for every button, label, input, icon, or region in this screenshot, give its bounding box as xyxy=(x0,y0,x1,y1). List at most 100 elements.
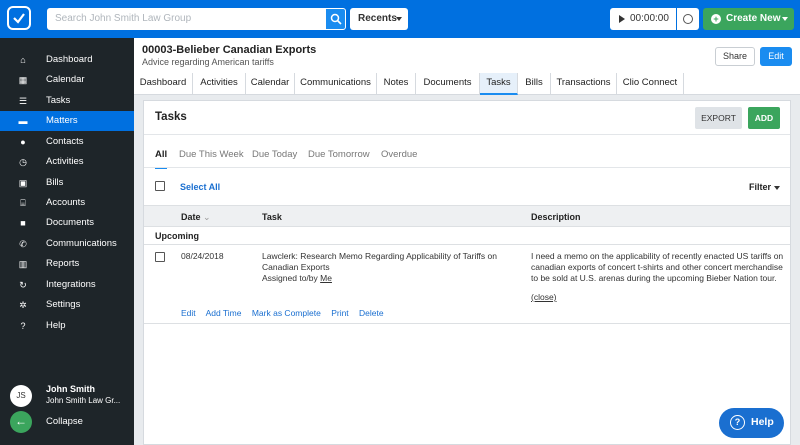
tab-activities[interactable]: Activities xyxy=(193,73,246,95)
delete-link[interactable]: Delete xyxy=(359,308,384,318)
timer-button[interactable]: 00:00:00 xyxy=(610,8,676,30)
refresh-icon: ↻ xyxy=(19,280,27,290)
tab-clio-connect[interactable]: Clio Connect xyxy=(617,73,684,95)
chevron-down-icon xyxy=(782,17,788,21)
matter-header: 00003-Belieber Canadian Exports Advice r… xyxy=(134,38,800,95)
edit-task-link[interactable]: Edit xyxy=(181,308,196,318)
select-all-link[interactable]: Select All xyxy=(180,182,220,192)
tab-communications[interactable]: Communications xyxy=(295,73,377,95)
sidebar-item-dashboard[interactable]: ⌂ Dashboard xyxy=(0,50,134,70)
filter-tab-overdue[interactable]: Overdue xyxy=(381,149,417,160)
question-icon: ? xyxy=(730,415,745,430)
tab-transactions[interactable]: Transactions xyxy=(551,73,617,95)
help-button[interactable]: ? Help xyxy=(719,408,784,438)
task-name: Lawclerk: Research Memo Regarding Applic… xyxy=(262,251,497,272)
filter-tab-due-today[interactable]: Due Today xyxy=(252,149,297,160)
group-header: Upcoming xyxy=(144,227,790,245)
sidebar-item-matters[interactable]: ▬ Matters xyxy=(0,111,134,131)
row-checkbox[interactable] xyxy=(155,252,165,262)
task-date: 08/24/2018 xyxy=(181,251,224,261)
filter-dropdown[interactable]: Filter xyxy=(749,182,781,192)
filter-tab-due-tomorrow[interactable]: Due Tomorrow xyxy=(308,149,370,160)
sidebar-item-calendar[interactable]: ▦ Calendar xyxy=(0,70,134,90)
add-button[interactable]: ADD xyxy=(748,107,780,129)
sort-down-icon: ⌄ xyxy=(203,212,211,222)
create-new-button[interactable]: + Create New xyxy=(703,8,794,30)
divider xyxy=(144,167,790,168)
task-cell: Lawclerk: Research Memo Regarding Applic… xyxy=(262,251,507,284)
sidebar: ⌂ Dashboard ▦ Calendar ☰ Tasks ▬ Matters ● Co… xyxy=(0,38,134,445)
matter-description: Advice regarding American tariffs xyxy=(142,57,274,67)
home-icon: ⌂ xyxy=(20,55,26,65)
divider xyxy=(144,323,790,324)
select-all-checkbox[interactable] xyxy=(155,181,165,191)
sidebar-item-reports[interactable]: ▥ Reports xyxy=(0,254,134,274)
export-button[interactable]: EXPORT xyxy=(695,107,742,129)
person-icon: ● xyxy=(20,137,26,147)
user-firm: John Smith Law Gr... xyxy=(46,396,121,405)
assignee-link[interactable]: Me xyxy=(320,273,332,283)
timer-history-button[interactable] xyxy=(677,8,699,30)
recents-dropdown[interactable]: Recents xyxy=(350,8,408,30)
filter-tab-all[interactable]: All xyxy=(155,149,168,169)
bar-chart-icon: ▥ xyxy=(18,259,28,269)
search-input[interactable]: Search John Smith Law Group xyxy=(47,8,325,30)
tab-notes[interactable]: Notes xyxy=(377,73,416,95)
clock-icon: ◷ xyxy=(19,157,27,167)
search-icon xyxy=(330,13,342,25)
plus-icon: + xyxy=(711,14,721,24)
bill-icon: ▣ xyxy=(18,178,28,188)
sidebar-item-communications[interactable]: ✆ Communications xyxy=(0,234,134,254)
question-icon: ? xyxy=(20,321,26,331)
divider xyxy=(144,134,790,135)
matter-title: 00003-Belieber Canadian Exports xyxy=(142,44,317,56)
create-new-label: Create New xyxy=(726,13,781,24)
tab-dashboard[interactable]: Dashboard xyxy=(134,73,193,95)
list-icon: ☰ xyxy=(18,96,28,106)
column-description: Description xyxy=(531,212,581,222)
search-button[interactable] xyxy=(325,8,346,30)
sidebar-item-accounts[interactable]: ⌸ Accounts xyxy=(0,193,134,213)
chevron-down-icon xyxy=(774,185,781,190)
print-link[interactable]: Print xyxy=(331,308,348,318)
phone-icon: ✆ xyxy=(19,239,27,249)
collapse-arrow-icon[interactable]: ← xyxy=(10,411,32,433)
clio-logo-icon[interactable] xyxy=(7,6,31,30)
top-bar: Search John Smith Law Group Recents 00:0… xyxy=(0,0,800,38)
avatar[interactable]: JS xyxy=(10,385,32,407)
tab-bills[interactable]: Bills xyxy=(518,73,551,95)
sidebar-item-contacts[interactable]: ● Contacts xyxy=(0,132,134,152)
filter-tab-due-this-week[interactable]: Due This Week xyxy=(179,149,244,160)
sidebar-item-documents[interactable]: ■ Documents xyxy=(0,213,134,233)
sidebar-item-settings[interactable]: ✲ Settings xyxy=(0,295,134,315)
sidebar-item-bills[interactable]: ▣ Bills xyxy=(0,173,134,193)
share-button[interactable]: Share xyxy=(715,47,755,66)
sidebar-item-activities[interactable]: ◷ Activities xyxy=(0,152,134,172)
column-date[interactable]: Date ⌄ xyxy=(181,212,211,223)
collapse-button[interactable]: Collapse xyxy=(46,416,83,427)
table-header: Date ⌄ Task Description xyxy=(144,205,790,227)
sidebar-item-integrations[interactable]: ↻ Integrations xyxy=(0,275,134,295)
recents-label: Recents xyxy=(358,13,397,24)
sidebar-item-help[interactable]: ? Help xyxy=(0,316,134,336)
timer-value: 00:00:00 xyxy=(630,13,669,24)
chevron-down-icon xyxy=(396,17,402,21)
tasks-panel: Tasks EXPORT ADD All Due This Week Due T… xyxy=(143,100,791,445)
briefcase-icon: ▬ xyxy=(18,116,28,126)
play-icon xyxy=(619,15,625,23)
tab-calendar[interactable]: Calendar xyxy=(246,73,295,95)
column-task: Task xyxy=(262,212,282,222)
row-actions: Edit Add Time Mark as Complete Print Del… xyxy=(181,308,392,318)
add-time-link[interactable]: Add Time xyxy=(206,308,242,318)
gear-icon: ✲ xyxy=(19,300,27,310)
edit-button[interactable]: Edit xyxy=(760,47,792,66)
task-assignee: Assigned to/by Me xyxy=(262,273,332,283)
sidebar-item-tasks[interactable]: ☰ Tasks xyxy=(0,91,134,111)
close-description-link[interactable]: (close) xyxy=(531,292,557,302)
bank-icon: ⌸ xyxy=(20,198,26,208)
user-name[interactable]: John Smith xyxy=(46,384,95,394)
tab-tasks[interactable]: Tasks xyxy=(480,73,518,95)
mark-complete-link[interactable]: Mark as Complete xyxy=(252,308,321,318)
tab-documents[interactable]: Documents xyxy=(416,73,480,95)
filter-label: Filter xyxy=(749,182,772,192)
